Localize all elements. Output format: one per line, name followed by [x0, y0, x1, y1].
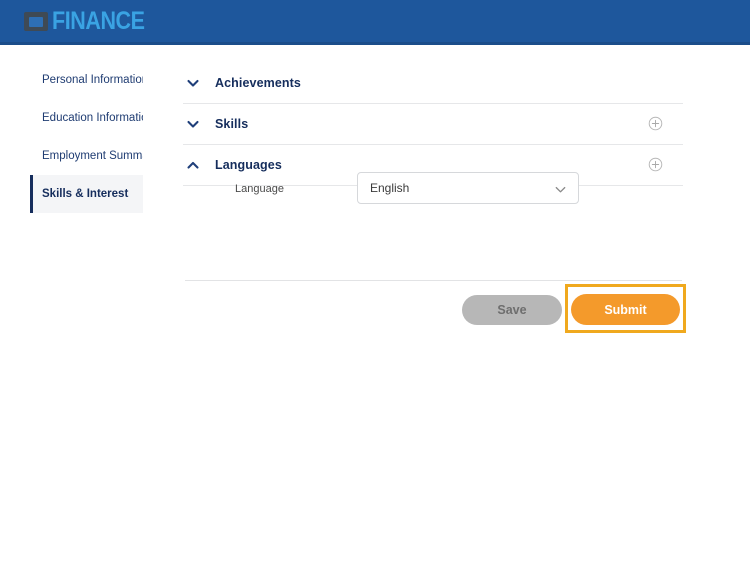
- sidebar: Personal Information Education Informati…: [0, 45, 175, 588]
- save-button[interactable]: Save: [462, 295, 562, 325]
- accordion-header-achievements[interactable]: Achievements: [183, 63, 683, 104]
- sidebar-item-label: Personal Information: [42, 74, 143, 86]
- accordion-title: Skills: [215, 117, 249, 131]
- app-header: FINANCE: [0, 0, 750, 45]
- accordion-title: Achievements: [215, 76, 301, 90]
- sidebar-item-personal-information[interactable]: Personal Information: [30, 61, 143, 99]
- language-select[interactable]: English: [357, 172, 579, 204]
- footer-divider: [185, 280, 682, 281]
- brand-name: FINANCE: [52, 7, 145, 35]
- sidebar-item-label: Education Information: [42, 112, 143, 124]
- chevron-down-icon: [553, 182, 568, 197]
- main-content: Achievements Skills Languages Language E…: [183, 45, 688, 588]
- accordion-header-skills[interactable]: Skills: [183, 104, 683, 145]
- language-form-row: Language English: [183, 169, 683, 219]
- plus-circle-icon[interactable]: [648, 116, 663, 131]
- sidebar-item-label: Employment Summary: [42, 150, 143, 162]
- sidebar-item-label: Skills & Interest: [42, 188, 129, 200]
- sidebar-item-skills-and-interest[interactable]: Skills & Interest: [30, 175, 143, 213]
- submit-button[interactable]: Submit: [571, 294, 680, 325]
- wallet-icon: [24, 11, 48, 31]
- chevron-down-icon: [185, 75, 201, 91]
- sidebar-item-employment-summary[interactable]: Employment Summary: [30, 137, 143, 175]
- language-label: Language: [235, 183, 284, 195]
- language-select-value: English: [370, 181, 410, 195]
- chevron-down-icon: [185, 116, 201, 132]
- sidebar-item-education-information[interactable]: Education Information: [30, 99, 143, 137]
- brand-logo[interactable]: FINANCE: [24, 8, 160, 34]
